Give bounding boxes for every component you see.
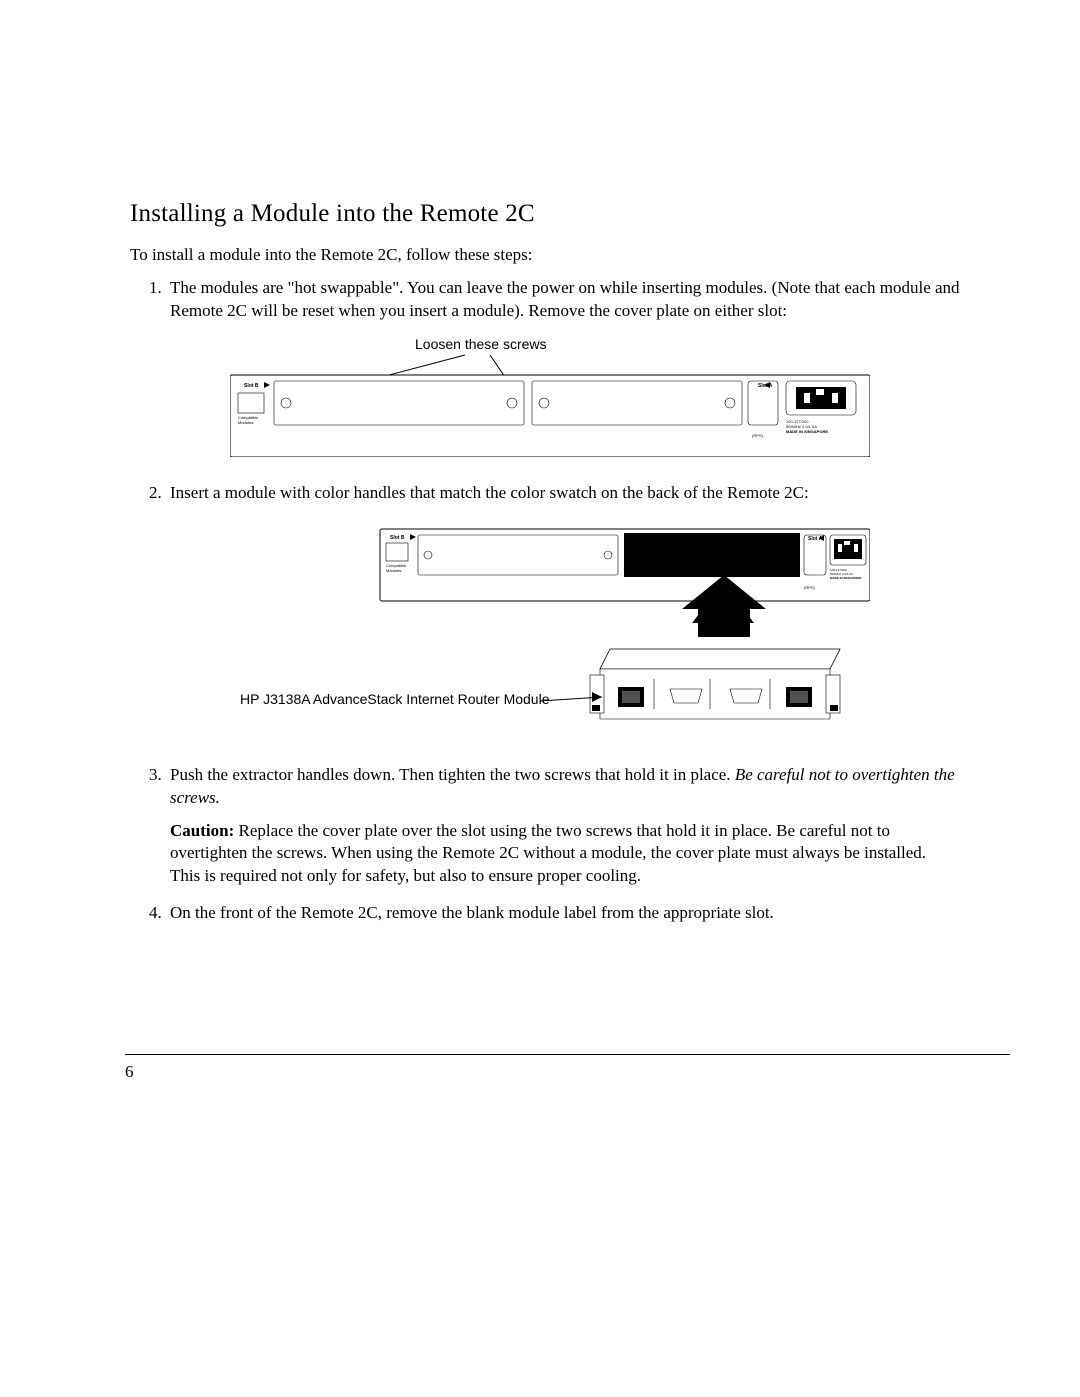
step-3-text-a: Push the extractor handles down. Then ti… [170, 765, 735, 784]
step-2: Insert a module with color handles that … [166, 482, 960, 746]
svg-text:(RPS): (RPS) [804, 585, 816, 590]
step-3: Push the extractor handles down. Then ti… [166, 764, 960, 889]
svg-text:Slot A: Slot A [808, 536, 823, 542]
svg-text:MADE IN SINGAPORE: MADE IN SINGAPORE [786, 429, 828, 434]
caution-label: Caution: [170, 821, 238, 840]
step-4: On the front of the Remote 2C, remove th… [166, 902, 960, 925]
step-4-text: On the front of the Remote 2C, remove th… [170, 903, 774, 922]
page-number: 6 [125, 1062, 134, 1082]
svg-text:Slot A: Slot A [758, 383, 773, 389]
svg-text:MADE IN SINGAPORE: MADE IN SINGAPORE [830, 576, 862, 580]
caution-body: Replace the cover plate over the slot us… [170, 821, 926, 886]
steps-list: The modules are "hot swappable". You can… [130, 277, 960, 925]
step-2-text: Insert a module with color handles that … [170, 483, 809, 502]
step-1-text: The modules are "hot swappable". You can… [170, 278, 960, 320]
fig1-callout-text: Loosen these screws [415, 337, 547, 352]
footer-rule [125, 1054, 1010, 1055]
figure-1: Loosen these screws Slot B Compatible Mo… [230, 337, 870, 464]
svg-text:Modules:: Modules: [238, 420, 254, 425]
lead-paragraph: To install a module into the Remote 2C, … [130, 244, 960, 267]
fig2-module-label: HP J3138A AdvanceStack Internet Router M… [240, 691, 550, 707]
svg-text:Modules:: Modules: [386, 568, 402, 573]
figure-2: Slot B Compatible Modules: Slot A (R [230, 519, 870, 746]
step-1: The modules are "hot swappable". You can… [166, 277, 960, 464]
svg-text:Slot B: Slot B [390, 535, 405, 541]
svg-text:Slot B: Slot B [244, 383, 259, 389]
section-heading: Installing a Module into the Remote 2C [130, 200, 960, 228]
svg-text:(RPS): (RPS) [752, 433, 764, 438]
